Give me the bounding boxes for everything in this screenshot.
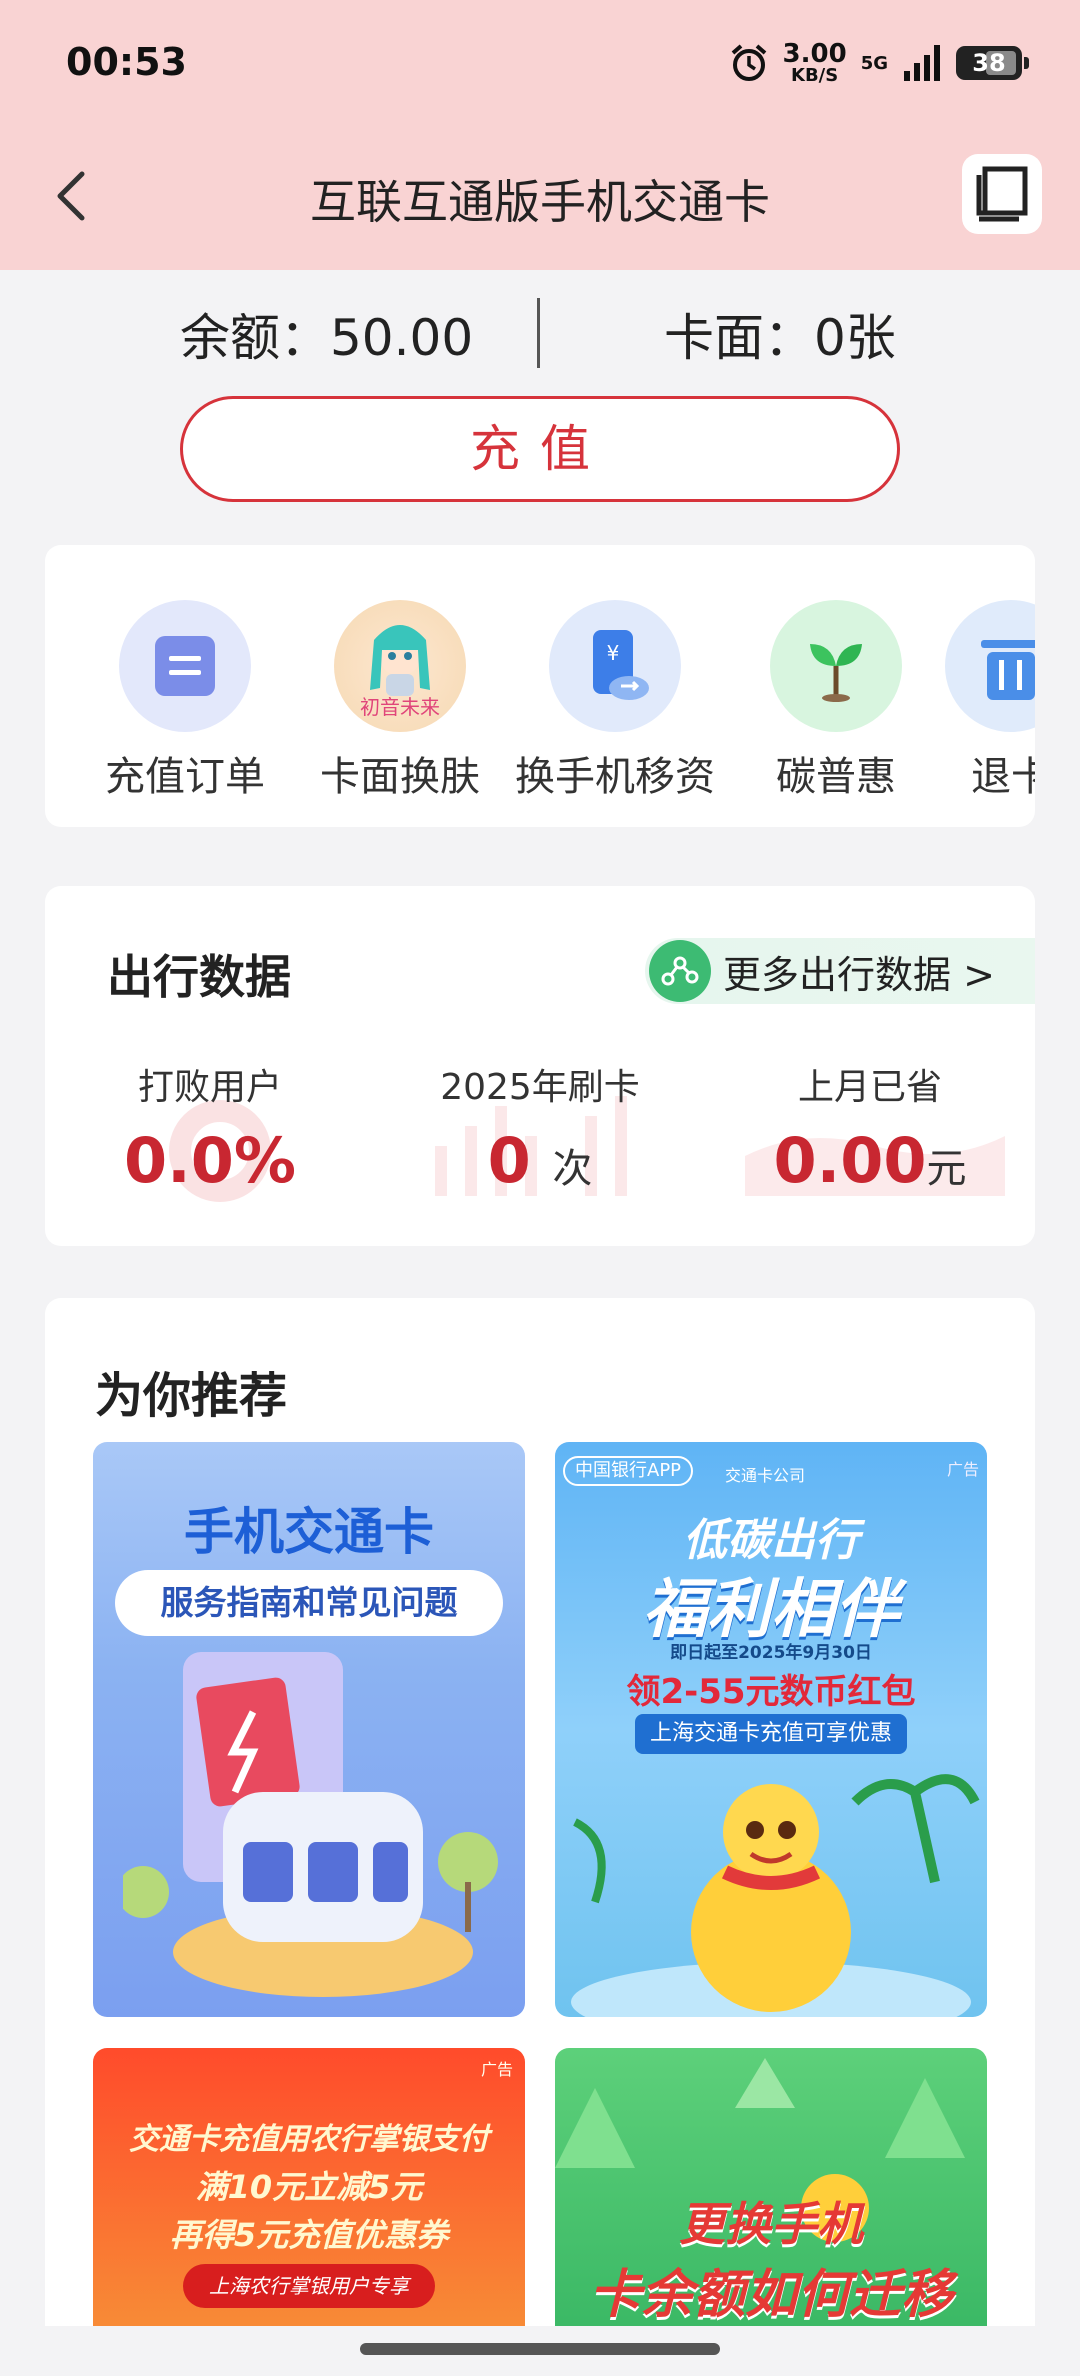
service-label: 换手机移资 [515, 754, 715, 800]
more-travel-label: 更多出行数据 > [723, 952, 995, 997]
service-label: 充值订单 [105, 754, 265, 800]
skin-icon: 初音未来 [334, 600, 466, 732]
ad-badge: 广告 [480, 2060, 513, 2079]
banner-service-guide[interactable]: 手机交通卡 服务指南和常见问题 [93, 1442, 525, 2017]
stat-unit: 次 [552, 1146, 593, 1192]
status-time: 00:53 [66, 40, 187, 84]
banner-headline: 交通卡充值用农行掌银支付 [129, 2122, 489, 2157]
stat-value: 0.0% [124, 1124, 296, 1197]
recharge-button[interactable]: 充值 [180, 396, 900, 502]
nav-bar: 互联互通版手机交通卡 [0, 150, 1080, 240]
travel-title: 出行数据 [107, 950, 291, 1004]
order-icon [119, 600, 251, 732]
net-speed: 3.00 KB/S [783, 41, 847, 85]
stat-label: 打败用户 [137, 1067, 282, 1108]
trend-icon [649, 940, 711, 1002]
service-card-skin[interactable]: 初音未来 卡面换肤 [320, 600, 480, 802]
banner-date: 即日起至2025年9月30日 [670, 1643, 872, 1663]
stat-value: 0 次 [487, 1124, 593, 1197]
recommend-title: 为你推荐 [95, 1368, 288, 1424]
stat-label: 上月已省 [797, 1067, 942, 1108]
banner-headline: 手机交通卡 [184, 1503, 434, 1561]
banner-headline: 更换手机 [679, 2197, 863, 2251]
transfer-icon: ¥ [549, 600, 681, 732]
service-recharge-orders[interactable]: 充值订单 [105, 600, 265, 802]
banner-offer-2: 再得5元充值优惠券 [169, 2216, 449, 2254]
more-travel-data-button[interactable]: 更多出行数据 > [645, 938, 1035, 1004]
guide-button[interactable] [962, 154, 1042, 234]
services-card: 充值订单 初音未来 卡面换肤 ¥ 换手机移资 碳普惠 退卡 [45, 545, 1035, 827]
service-label: 碳普惠 [776, 754, 896, 800]
banner-low-carbon[interactable]: 中国银行APP 交通卡公司 广告 低碳出行 福利相伴 即日起至2025年9月30… [555, 1442, 987, 2017]
net-speed-value: 3.00 [782, 39, 847, 69]
recommend-card: 为你推荐 手机交通卡 服务指南和常见问题 中国银行APP 交通卡公司 广告 低碳… [45, 1298, 1035, 2376]
stat-unit: 元 [926, 1146, 967, 1192]
travel-data-card: 出行数据 更多出行数据 > 打败用户 0.0% 2025年刷卡 0 次 上月已省… [45, 886, 1035, 1246]
battery-icon: 38 [956, 46, 1029, 80]
service-label: 卡面换肤 [320, 754, 480, 800]
sprout-icon [770, 600, 902, 732]
service-carbon[interactable]: 碳普惠 [770, 600, 902, 802]
banner-offer-note: 上海交通卡充值可享优惠 [635, 1714, 907, 1754]
banner-tag-boc: 中国银行APP [563, 1456, 694, 1486]
home-indicator[interactable] [360, 2343, 720, 2355]
banner-tag-card-company: 交通卡公司 [725, 1466, 806, 1485]
balance-row: 余额：50.00 卡面：0张 [0, 290, 1080, 370]
stat-label: 2025年刷卡 [440, 1067, 640, 1108]
card-face-count[interactable]: 卡面：0张 [664, 298, 896, 370]
ad-badge: 广告 [946, 1460, 979, 1479]
banner-offer: 满10元立减5元 [195, 2168, 423, 2206]
stat-beat-users: 打败用户 0.0% [45, 1058, 375, 1197]
skin-icon-text: 初音未来 [360, 695, 440, 719]
net-speed-unit: KB/S [791, 65, 839, 86]
status-bar: 00:53 3.00 KB/S 5G 38 [0, 0, 1080, 130]
page-title: 互联互通版手机交通卡 [310, 175, 770, 229]
banner-headline-2: 福利相伴 [643, 1573, 899, 1647]
balance-divider [537, 298, 540, 368]
network-type: 5G [860, 52, 888, 74]
balance-amount: 余额：50.00 [180, 309, 474, 367]
service-transfer[interactable]: ¥ 换手机移资 [515, 600, 715, 802]
mascot-illustration [571, 1774, 980, 2017]
banner-note: 上海农行掌银用户专享 [183, 2264, 435, 2308]
signal-icon [904, 45, 940, 81]
banner-subtitle: 服务指南和常见问题 [115, 1570, 503, 1636]
battery-level: 38 [972, 49, 1006, 77]
banner-offer: 领2-55元数币红包 [626, 1672, 916, 1712]
service-return-card[interactable]: 退卡 [945, 600, 1035, 802]
service-label: 退卡 [971, 754, 1035, 800]
status-icons: 3.00 KB/S 5G 38 [729, 38, 1029, 88]
book-icon [976, 166, 1028, 222]
stat-swipes: 2025年刷卡 0 次 [375, 1058, 705, 1197]
banner-headline-2: 卡余额如何迁移 [588, 2265, 953, 2325]
stat-saved: 上月已省 0.00元 [705, 1058, 1035, 1197]
stat-value: 0.00元 [773, 1124, 967, 1197]
train-illustration [123, 1652, 498, 1997]
svg-text:¥: ¥ [607, 641, 620, 665]
alarm-icon [731, 44, 766, 81]
trash-icon [945, 600, 1035, 732]
